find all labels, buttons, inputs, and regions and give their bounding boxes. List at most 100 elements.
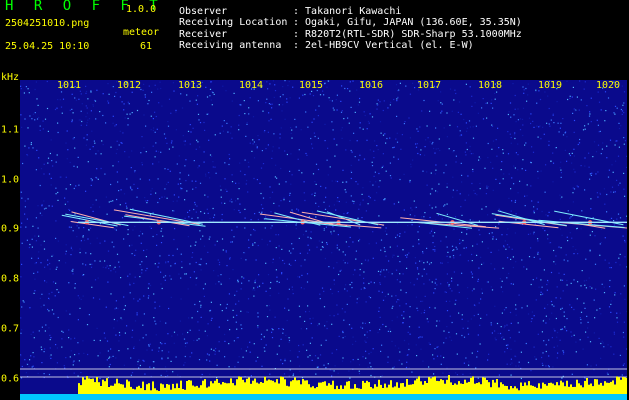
noise-dot <box>65 262 67 264</box>
noise-dot <box>530 162 532 164</box>
noise-dot <box>561 196 563 198</box>
activity-bar <box>568 386 570 394</box>
noise-dot <box>522 124 524 126</box>
noise-dot <box>602 142 604 144</box>
noise-dot <box>59 99 61 101</box>
noise-dot <box>527 313 530 315</box>
activity-bar <box>278 383 280 394</box>
noise-dot <box>429 232 431 234</box>
noise-dot <box>166 197 168 199</box>
noise-dot <box>180 298 182 300</box>
noise-dot <box>232 316 235 318</box>
noise-dot <box>152 163 154 165</box>
noise-dot <box>270 118 272 120</box>
noise-dot <box>41 293 43 295</box>
activity-bar <box>242 379 244 394</box>
noise-dot <box>553 305 555 307</box>
activity-bar <box>202 380 204 394</box>
noise-dot <box>591 287 593 289</box>
noise-dot <box>615 160 617 162</box>
noise-dot <box>163 133 166 135</box>
noise-dot <box>479 188 481 190</box>
noise-dot <box>92 210 94 212</box>
noise-dot <box>115 124 117 126</box>
noise-dot <box>237 279 239 281</box>
noise-dot <box>523 266 525 268</box>
noise-dot <box>457 284 459 286</box>
noise-dot <box>616 179 618 181</box>
noise-dot <box>581 270 583 272</box>
noise-dot <box>333 283 335 285</box>
noise-dot <box>190 131 192 133</box>
noise-dot <box>292 374 294 376</box>
noise-dot <box>571 306 573 308</box>
activity-bar <box>400 383 402 394</box>
noise-dot <box>422 251 424 253</box>
noise-dot <box>32 147 34 149</box>
noise-dot <box>146 202 148 204</box>
noise-dot <box>441 218 443 220</box>
noise-dot <box>445 164 447 166</box>
noise-dot <box>48 327 50 329</box>
noise-dot <box>78 98 80 100</box>
noise-dot <box>496 155 498 157</box>
noise-dot <box>200 258 202 260</box>
activity-bar <box>432 377 434 394</box>
noise-dot <box>550 119 552 121</box>
noise-dot <box>197 310 199 313</box>
noise-dot <box>229 200 231 202</box>
noise-dot <box>139 263 141 266</box>
noise-dot <box>624 256 626 258</box>
noise-dot <box>613 353 615 355</box>
noise-dot <box>555 317 557 320</box>
noise-dot <box>465 357 467 359</box>
noise-dot <box>600 242 602 244</box>
noise-dot <box>391 340 393 342</box>
noise-dot <box>443 330 445 332</box>
noise-dot <box>426 125 428 127</box>
noise-dot <box>562 290 564 292</box>
noise-dot <box>170 265 172 267</box>
noise-dot <box>527 233 530 235</box>
noise-dot <box>218 341 220 343</box>
noise-dot <box>435 219 437 221</box>
noise-dot <box>34 278 36 280</box>
noise-dot <box>266 305 268 307</box>
noise-dot <box>494 330 496 332</box>
noise-dot <box>55 237 57 239</box>
activity-bar <box>90 378 92 394</box>
noise-dot <box>334 155 336 157</box>
noise-dot <box>226 303 228 305</box>
noise-dot <box>274 90 277 92</box>
noise-dot <box>218 261 221 263</box>
header: H R O F F T 1.0.0 2504251010.png 25.04.2… <box>0 0 629 78</box>
noise-dot <box>364 322 366 324</box>
activity-bar <box>474 383 476 394</box>
noise-dot <box>536 102 538 104</box>
noise-dot <box>153 127 155 129</box>
noise-dot <box>158 350 160 352</box>
noise-dot <box>279 133 281 135</box>
noise-dot <box>133 347 135 349</box>
noise-dot <box>542 227 544 229</box>
noise-dot <box>290 252 292 254</box>
noise-dot <box>434 281 436 283</box>
noise-dot <box>562 118 564 120</box>
noise-dot <box>387 361 389 363</box>
noise-dot <box>234 366 236 368</box>
noise-dot <box>69 313 71 315</box>
noise-dot <box>352 359 354 361</box>
activity-bar <box>140 388 142 394</box>
noise-dot <box>567 98 569 101</box>
noise-dot <box>333 138 335 140</box>
noise-dot <box>409 316 411 318</box>
noise-dot <box>189 100 191 102</box>
noise-dot <box>486 185 488 187</box>
activity-bar <box>134 389 136 394</box>
noise-dot <box>408 252 410 254</box>
noise-dot <box>404 254 407 256</box>
noise-dot <box>333 279 335 281</box>
noise-dot <box>541 331 543 333</box>
noise-dot <box>459 135 461 137</box>
noise-dot <box>603 292 606 294</box>
